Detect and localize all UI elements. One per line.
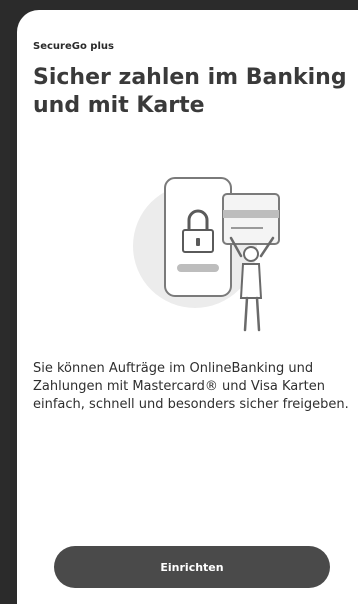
setup-button[interactable]: Einrichten [54,546,330,588]
device-frame: SecureGo plus Sicher zahlen im Banking u… [0,0,358,604]
illustration [113,158,289,338]
onboarding-screen: SecureGo plus Sicher zahlen im Banking u… [17,10,358,604]
app-brand-label: SecureGo plus [33,41,114,52]
credit-card-icon [222,193,280,245]
page-title: Sicher zahlen im Banking und mit Karte [33,65,347,118]
description-text: Sie können Aufträge im OnlineBanking und… [33,361,349,412]
phone-lock-card-person-icon [133,177,280,332]
phone-bar [177,264,219,272]
